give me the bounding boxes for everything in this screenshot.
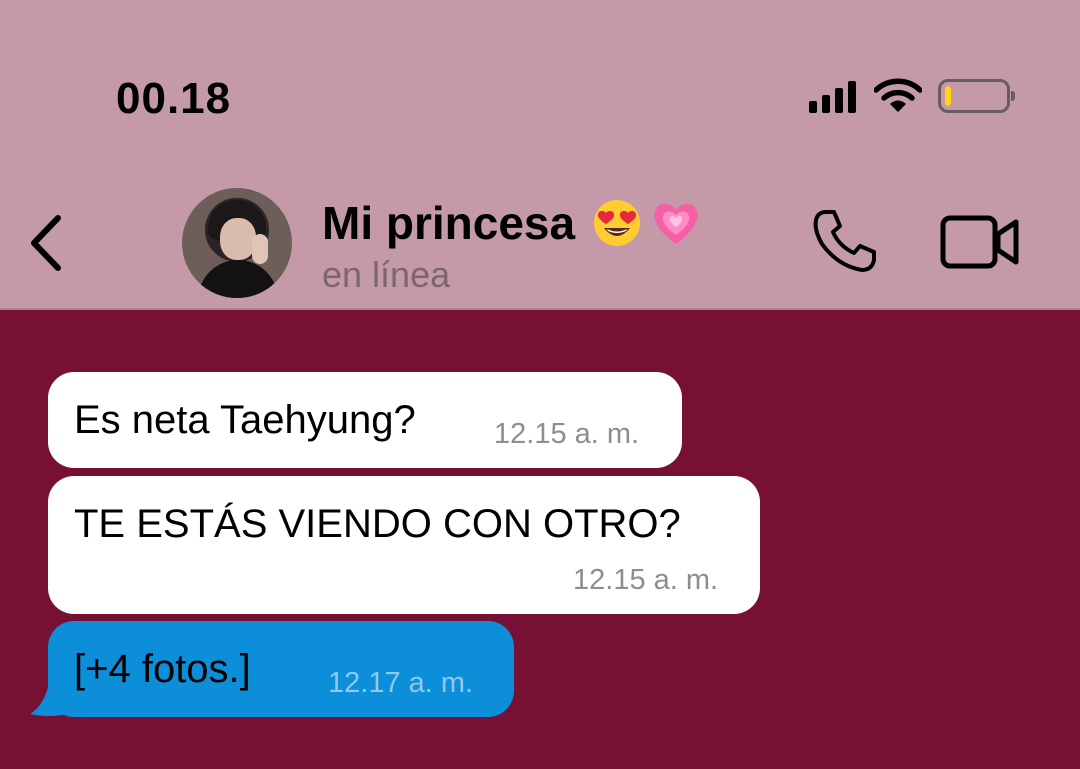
growing-heart-emoji <box>654 203 698 244</box>
heart-eyes-emoji <box>593 199 640 246</box>
message-bubble[interactable]: Es neta Taehyung? 12.15 a. m. <box>48 372 682 468</box>
message-time: 12.17 a. m. <box>328 667 474 699</box>
contact-name: Mi princesa <box>322 197 576 249</box>
status-icons <box>809 76 1015 116</box>
message-bubble[interactable]: [+4 fotos.] 12.17 a. m. <box>48 621 514 717</box>
message-text: TE ESTÁS VIENDO CON OTRO? <box>74 502 681 546</box>
back-button[interactable] <box>22 210 72 281</box>
chat-header: 00.18 Mi princesa en línea <box>0 0 1080 310</box>
message-time: 12.15 a. m. <box>494 418 640 450</box>
video-camera-icon <box>940 215 1019 269</box>
message-text: [+4 fotos.] <box>74 647 251 691</box>
message-bubble[interactable]: TE ESTÁS VIENDO CON OTRO? 12.15 a. m. <box>48 476 760 614</box>
message-text: Es neta Taehyung? <box>74 398 416 442</box>
message-time: 12.15 a. m. <box>573 564 719 596</box>
wifi-icon <box>874 78 922 112</box>
status-time: 00.18 <box>116 74 232 123</box>
battery-low-icon <box>938 79 1015 113</box>
avatar[interactable] <box>182 188 292 298</box>
battery-level <box>945 86 951 106</box>
contact-status: en línea <box>322 254 451 295</box>
contact-name-row[interactable]: Mi princesa <box>322 196 701 252</box>
video-call-button[interactable] <box>940 214 1020 275</box>
chevron-left-icon <box>31 215 61 271</box>
call-button[interactable] <box>812 208 878 279</box>
cellular-signal-icon <box>809 79 856 113</box>
phone-icon <box>813 210 876 272</box>
